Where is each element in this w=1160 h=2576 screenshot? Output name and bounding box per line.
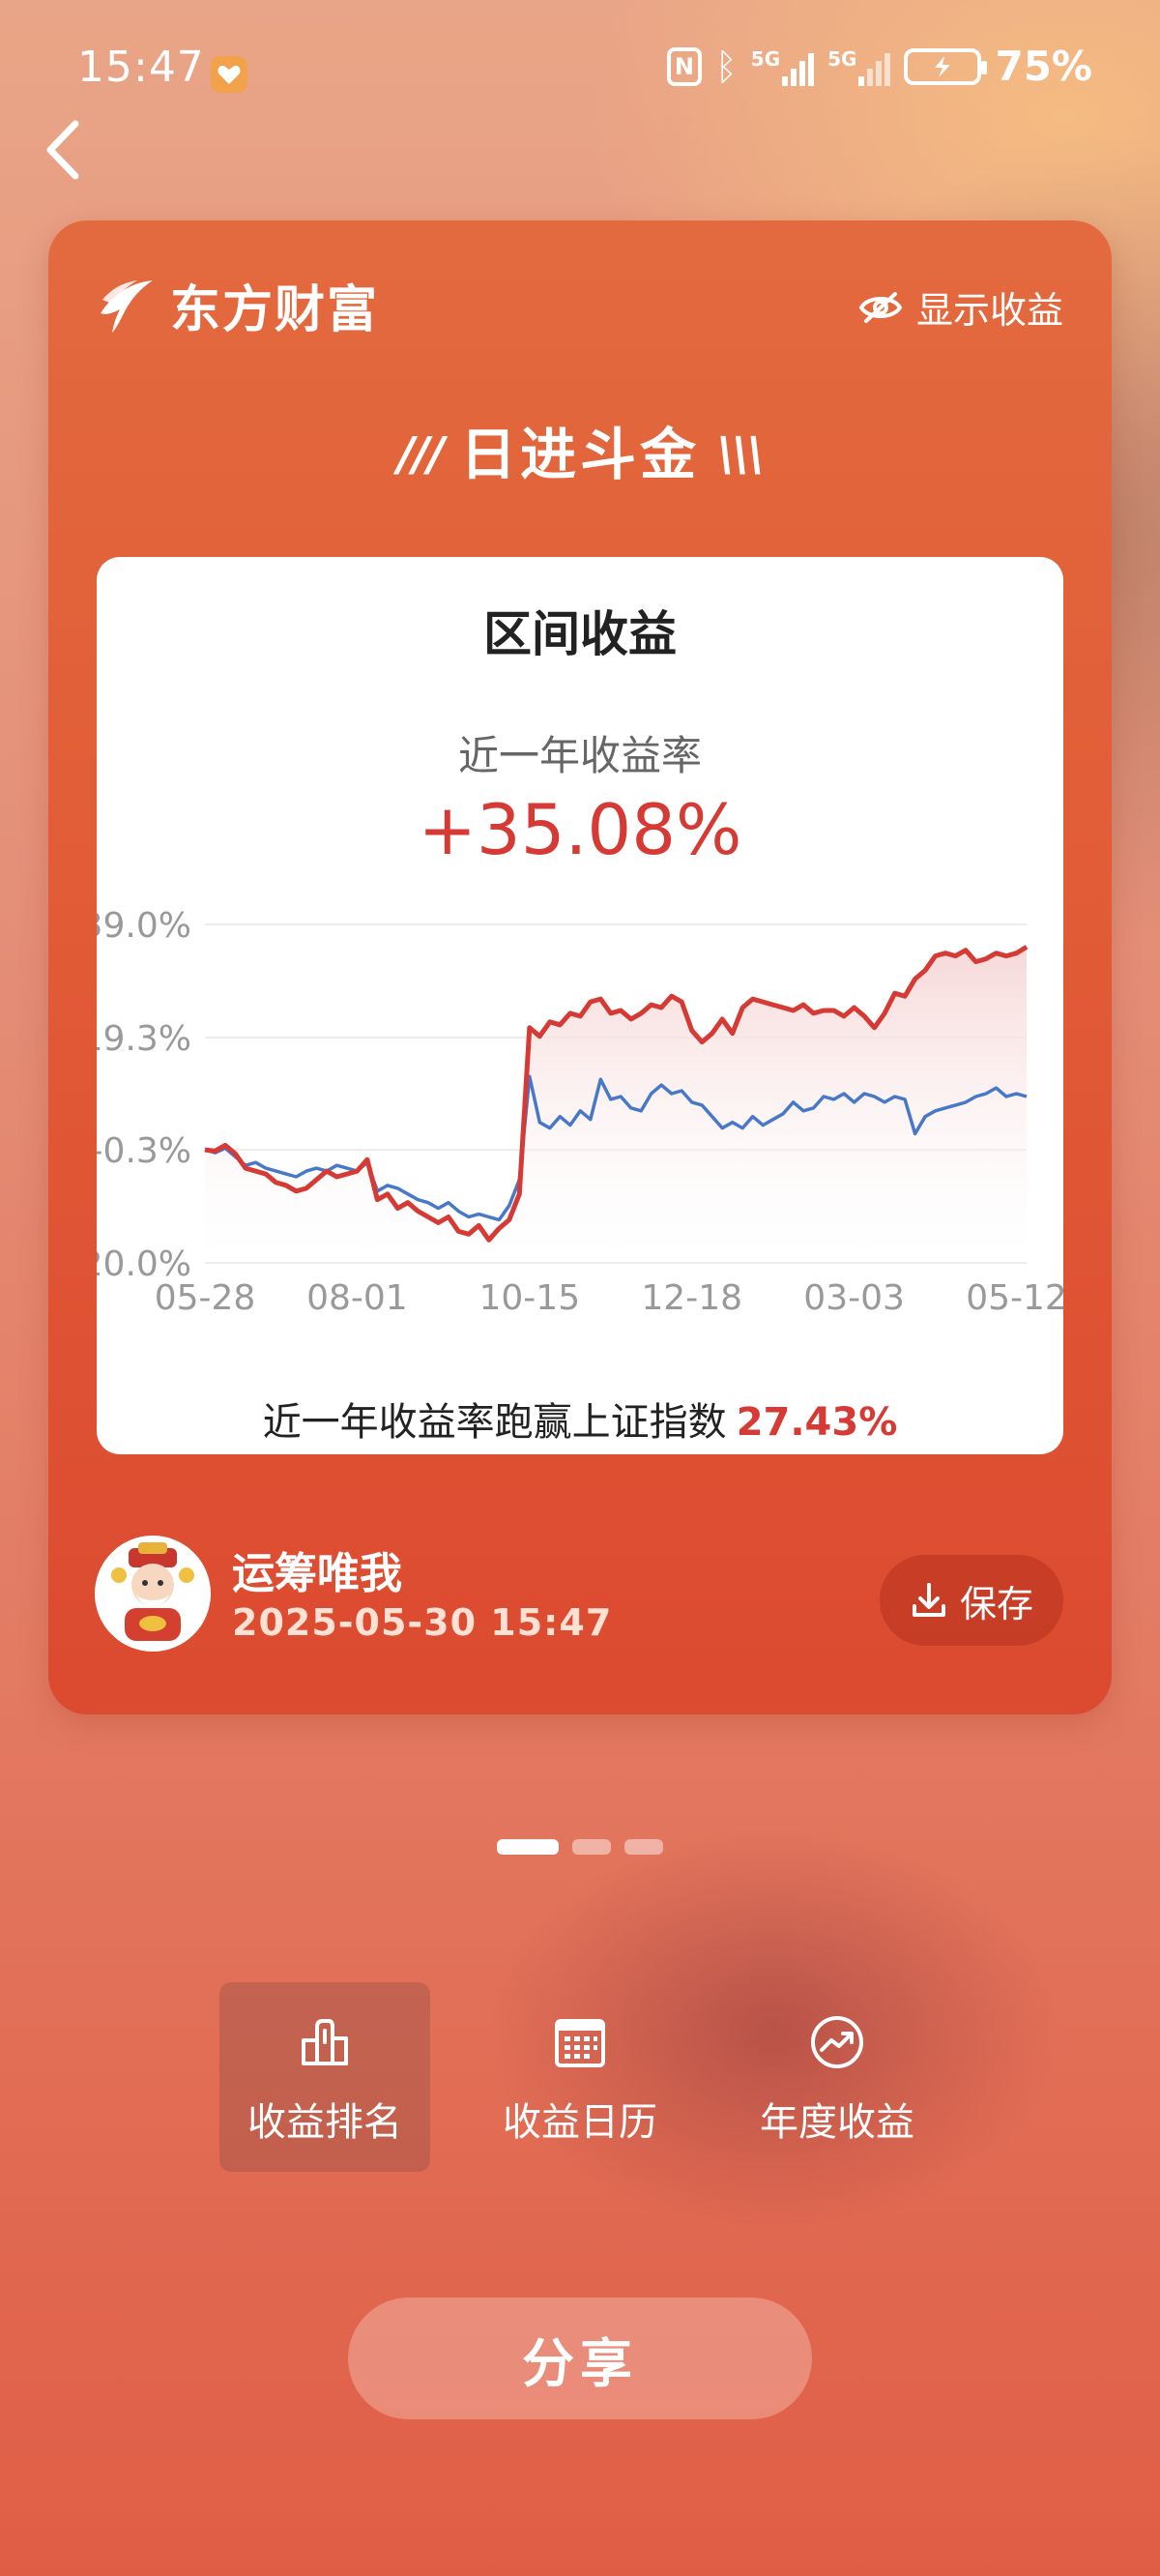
save-button[interactable]: 保存 <box>880 1555 1063 1646</box>
share-label: 分享 <box>522 2332 638 2394</box>
nav-item-ranking[interactable]: 收益排名 <box>219 1982 430 2172</box>
eastmoney-logo-icon <box>101 279 153 333</box>
page-dot <box>497 1839 559 1855</box>
benchmark-comparison: 近一年收益率跑赢上证指数 27.43% <box>97 1390 1063 1447</box>
x-tick-label: 05-12 <box>966 1278 1063 1318</box>
share-button[interactable]: 分享 <box>348 2298 812 2419</box>
rate-value: +35.08% <box>418 789 742 870</box>
panel-title: 区间收益 <box>483 606 677 662</box>
nfc-icon: N <box>666 46 702 86</box>
nav-item-calendar[interactable]: 收益日历 <box>475 1982 685 2172</box>
y-tick-label: -0.3% <box>97 1131 191 1171</box>
share-card: 东方财富 显示收益 /// 日进斗金 \\\ 区间收益 近一年收益率 +35.08%… <box>48 220 1112 1714</box>
download-icon <box>912 1583 945 1617</box>
ranking-icon <box>302 2019 348 2065</box>
x-tick-label: 05-28 <box>155 1278 256 1318</box>
income-chart: 39.0%19.3%-0.3%-20.0%05-2808-0110-1512-1… <box>97 906 1063 1318</box>
network-5g-label-2: 5G <box>827 46 857 71</box>
y-tick-label: 39.0% <box>97 906 191 946</box>
slash-decoration-left: /// <box>397 427 445 482</box>
health-app-icon <box>211 56 247 93</box>
back-button[interactable] <box>39 116 97 184</box>
x-tick-label: 12-18 <box>641 1278 742 1318</box>
page-dot <box>572 1839 611 1855</box>
chevron-left-icon <box>46 120 79 180</box>
signal-icon-2 <box>858 47 891 86</box>
status-bar: 15:47 N ᛒ 5G 5G 75% <box>0 0 1160 135</box>
page-dot <box>624 1839 663 1855</box>
page-indicator <box>0 1839 1160 1855</box>
nav-label-calendar: 收益日历 <box>503 2100 657 2145</box>
eye-off-icon <box>858 291 903 323</box>
x-tick-label: 08-01 <box>306 1278 408 1318</box>
compare-value: 27.43% <box>736 1400 898 1445</box>
trend-icon <box>811 2016 863 2068</box>
brand-logo: 东方财富 <box>95 269 379 341</box>
bottom-nav: 收益排名 收益日历 年度收益 <box>0 1982 1160 2172</box>
x-tick-label: 03-03 <box>803 1278 905 1318</box>
slogan: /// 日进斗金 \\\ <box>48 409 1112 490</box>
nav-label-annual: 年度收益 <box>760 2100 914 2145</box>
battery-icon <box>904 47 988 85</box>
status-time: 15:47 <box>77 43 205 92</box>
battery-percent: 75% <box>995 43 1092 90</box>
calendar-icon <box>555 2019 605 2067</box>
avatar <box>95 1536 211 1652</box>
card-timestamp: 2025-05-30 15:47 <box>232 1601 613 1644</box>
slogan-text: 日进斗金 <box>459 422 700 487</box>
slash-decoration-right: \\\ <box>717 427 765 482</box>
bluetooth-icon: ᛒ <box>714 44 738 88</box>
network-5g-label: 5G <box>750 46 781 71</box>
show-income-toggle[interactable]: 显示收益 <box>858 280 1063 334</box>
rate-label: 近一年收益率 <box>457 732 702 779</box>
nav-item-annual[interactable]: 年度收益 <box>732 1982 942 2172</box>
fortune-god-avatar-icon <box>111 1542 194 1641</box>
brand-name: 东方财富 <box>170 281 380 339</box>
compare-text: 近一年收益率跑赢上证指数 <box>262 1400 727 1445</box>
show-income-label: 显示收益 <box>915 289 1063 332</box>
income-panel: 区间收益 近一年收益率 +35.08% 39.0%19.3%-0.3%-20.0… <box>97 557 1063 1454</box>
save-label: 保存 <box>959 1582 1033 1625</box>
nav-label-ranking: 收益排名 <box>247 2100 402 2145</box>
x-tick-label: 10-15 <box>478 1278 580 1318</box>
user-name: 运筹唯我 <box>232 1549 402 1598</box>
signal-icon <box>782 47 815 86</box>
y-tick-label: 19.3% <box>97 1019 191 1059</box>
system-icons: N ᛒ 5G 5G 75% <box>666 43 1092 90</box>
